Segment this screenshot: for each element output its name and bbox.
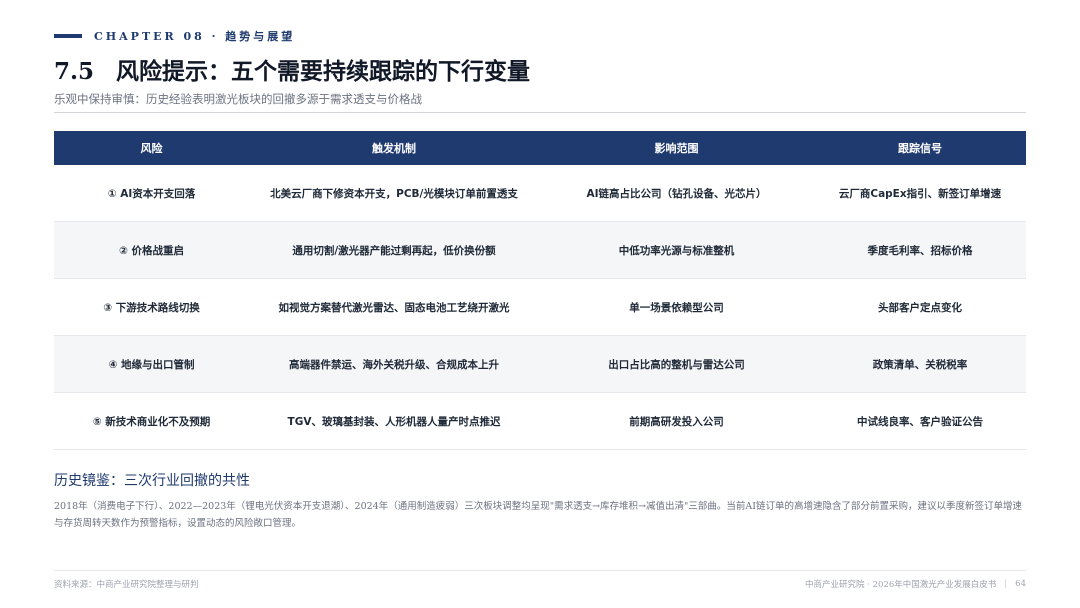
cell-risk: ① AI资本开支回落 [107,187,196,200]
chapter-accent-bar [54,34,82,38]
header-divider [54,112,1026,113]
chapter-text: CHAPTER 08 · 趋势与展望 [94,30,296,43]
page-title: 7.5 风险提示：五个需要持续跟踪的下行变量 [54,52,530,86]
cell-risk: ③ 下游技术路线切换 [103,301,200,314]
header-impact: 影响范围 [654,142,699,155]
cell-impact: 前期高研发投入公司 [629,415,724,428]
risk-table: 风险 触发机制 影响范围 跟踪信号 ① AI资本开支回落 北美云厂商下修资本开支… [54,131,1026,450]
table-row: ④ 地缘与出口管制 高端器件禁运、海外关税升级、合规成本上升 出口占比高的整机与… [54,336,1026,393]
table-row: ⑤ 新技术商业化不及预期 TGV、玻璃基封装、人形机器人量产时点推迟 前期高研发… [54,393,1026,450]
cell-trigger: 如视觉方案替代激光雷达、固态电池工艺绕开激光 [278,301,510,314]
cell-signal: 季度毛利率、招标价格 [867,244,973,257]
table-header: 风险 触发机制 影响范围 跟踪信号 [54,131,1026,165]
cell-signal: 云厂商CapEx指引、新签订单增速 [838,187,1002,200]
table-row: ③ 下游技术路线切换 如视觉方案替代激光雷达、固态电池工艺绕开激光 单一场景依赖… [54,279,1026,336]
section-number: 7.5 [54,58,95,85]
cell-signal: 政策清单、关税税率 [872,358,968,371]
footer-publisher: 中商产业研究院 · 2026年中国激光产业发展白皮书 [805,580,997,590]
header-risk: 风险 [140,142,163,155]
cell-trigger: TGV、玻璃基封装、人形机器人量产时点推迟 [287,415,501,428]
footer-separator: | [1004,579,1008,589]
page-number: 64 [1015,579,1026,589]
cell-trigger: 通用切割/激光器产能过剩再起，低价换份额 [292,244,496,257]
cell-trigger: 北美云厂商下修资本开支，PCB/光模块订单前置透支 [270,187,518,200]
cell-risk: ② 价格战重启 [118,244,185,257]
footer-source: 资料来源：中商产业研究院整理与研判 [54,580,199,590]
history-heading: 历史镜鉴：三次行业回撤的共性 [54,473,250,489]
table-row: ② 价格战重启 通用切割/激光器产能过剩再起，低价换份额 中低功率光源与标准整机… [54,222,1026,279]
cell-impact: 中低功率光源与标准整机 [618,244,735,257]
cell-signal: 头部客户定点变化 [878,301,962,314]
chapter-label: CHAPTER 08 · 趋势与展望 [54,28,295,44]
footer-divider [54,570,1026,571]
cell-impact: 出口占比高的整机与雷达公司 [608,358,745,371]
section-title: 风险提示：五个需要持续跟踪的下行变量 [116,58,531,85]
page-subtitle: 乐观中保持审慎：历史经验表明激光板块的回撤多源于需求透支与价格战 [54,92,422,106]
cell-risk: ④ 地缘与出口管制 [108,358,195,371]
cell-impact: AI链高占比公司（钻孔设备、光芯片） [586,187,767,200]
cell-trigger: 高端器件禁运、海外关税升级、合规成本上升 [289,358,499,371]
footer-meta: 中商产业研究院 · 2026年中国激光产业发展白皮书 | 64 [805,578,1026,590]
table-row: ① AI资本开支回落 北美云厂商下修资本开支，PCB/光模块订单前置透支 AI链… [54,165,1026,222]
cell-signal: 中试线良率、客户验证公告 [857,415,983,428]
cell-impact: 单一场景依赖型公司 [629,301,724,314]
header-signal: 跟踪信号 [898,142,942,155]
header-trigger: 触发机制 [372,142,416,155]
history-paragraph: 2018年（消费电子下行）、2022—2023年（锂电光伏资本开支退潮）、202… [54,501,1022,529]
cell-risk: ⑤ 新技术商业化不及预期 [92,415,211,428]
